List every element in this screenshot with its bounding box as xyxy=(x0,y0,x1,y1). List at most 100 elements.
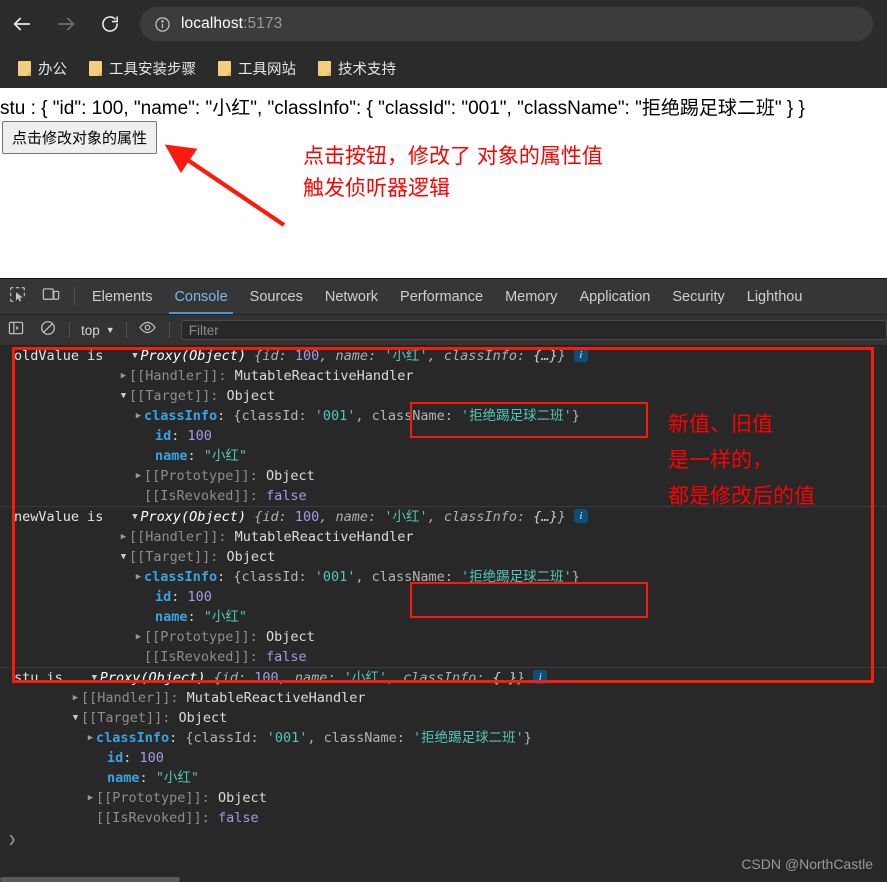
handler-row[interactable]: ▶ [[Handler]]: MutableReactiveHandler xyxy=(0,527,887,547)
tab-lighthouse[interactable]: Lighthou xyxy=(736,279,814,314)
reload-button[interactable] xyxy=(88,2,132,46)
row-key: classInfo xyxy=(144,408,218,424)
horizontal-scrollbar[interactable] xyxy=(0,877,180,882)
row-value: "小红" xyxy=(203,609,248,625)
expand-triangle[interactable]: ▶ xyxy=(133,466,144,486)
preview-close: } xyxy=(557,509,566,525)
preview-val-name: '小红' xyxy=(343,670,387,686)
expand-triangle[interactable]: ▼ xyxy=(70,708,81,728)
message-head-row[interactable]: stu is ▼ Proxy(Object) {id: 100, name: '小红… xyxy=(0,668,887,688)
folder-icon xyxy=(89,60,102,76)
classinfo-close: } xyxy=(571,408,580,424)
target-row[interactable]: ▼ [[Target]]: Object xyxy=(0,708,887,728)
handler-row[interactable]: ▶ [[Handler]]: MutableReactiveHandler xyxy=(0,688,887,708)
classid-value: '001' xyxy=(314,569,356,585)
back-button[interactable] xyxy=(0,2,44,46)
folder-icon xyxy=(218,60,231,76)
tab-sources[interactable]: Sources xyxy=(239,279,314,314)
expand-triangle[interactable]: ▶ xyxy=(118,366,129,386)
expand-triangle[interactable]: ▶ xyxy=(118,527,129,547)
preview-key-name: name xyxy=(335,348,369,364)
bookmark-item-3[interactable]: 技术支持 xyxy=(318,58,396,79)
row-value: 100 xyxy=(187,428,212,444)
row-key: [[IsRevoked]] xyxy=(96,810,202,826)
tab-console[interactable]: Console xyxy=(163,279,238,314)
device-toolbar-button[interactable] xyxy=(34,279,68,314)
classinfo-row[interactable]: ▶ classInfo: {classId: '001', className: … xyxy=(0,567,887,587)
console-message-stu[interactable]: stu is ▼ Proxy(Object) {id: 100, name: '小红… xyxy=(0,668,887,828)
preview-key-name: name xyxy=(335,509,369,525)
annotation-line-2: 触发侦听器逻辑 xyxy=(303,177,450,200)
address-bar[interactable]: localhost:5173 xyxy=(140,7,873,41)
url-host: localhost xyxy=(181,15,244,32)
preview-open: { xyxy=(213,670,222,686)
message-label: oldValue is xyxy=(14,348,104,364)
console-message-newvalue[interactable]: newValue is ▼ Proxy(Object) {id: 100, name… xyxy=(0,507,887,667)
name-row: name: "小红" xyxy=(107,770,200,786)
live-expression-eye-icon xyxy=(139,320,156,340)
address-bar-url: localhost:5173 xyxy=(181,15,282,33)
inspect-element-button[interactable] xyxy=(0,279,34,314)
page-viewport: stu : { "id": 100, "name": "小红", "classI… xyxy=(0,88,887,278)
expand-triangle[interactable]: ▶ xyxy=(133,567,144,587)
expand-triangle[interactable]: ▼ xyxy=(129,507,140,527)
expand-triangle[interactable]: ▶ xyxy=(85,788,96,808)
tab-elements[interactable]: Elements xyxy=(81,279,163,314)
annotation2-line-2: 是一样的， xyxy=(668,449,773,472)
bookmark-item-1[interactable]: 工具安装步骤 xyxy=(89,58,196,79)
target-row[interactable]: ▼ [[Target]]: Object xyxy=(0,547,887,567)
classinfo-comma: , xyxy=(307,730,324,746)
execution-context-selector[interactable]: top ▼ xyxy=(75,323,121,338)
console-filter-input[interactable]: Filter xyxy=(180,320,887,340)
expand-triangle[interactable]: ▼ xyxy=(118,547,129,567)
tab-application[interactable]: Application xyxy=(568,279,661,314)
prototype-row[interactable]: ▶ [[Prototype]]: Object xyxy=(0,788,887,808)
devtools-tabbar: Elements Console Sources Network Perform… xyxy=(0,279,887,315)
tab-memory[interactable]: Memory xyxy=(494,279,568,314)
info-badge-icon[interactable]: i xyxy=(573,348,588,362)
filterbar-divider xyxy=(69,322,70,338)
preview-key-id: id xyxy=(221,670,238,686)
row-key: id xyxy=(107,750,124,766)
info-circle-icon[interactable] xyxy=(154,16,171,33)
preview-val-name: '小红' xyxy=(384,509,428,525)
console-sidebar-button[interactable] xyxy=(0,320,32,341)
expand-triangle[interactable]: ▼ xyxy=(118,386,129,406)
stu-output-text: stu : { "id": 100, "name": "小红", "classI… xyxy=(0,98,805,119)
console-prompt[interactable]: ❯ xyxy=(0,828,887,852)
expand-triangle[interactable]: ▼ xyxy=(89,668,100,688)
expand-triangle[interactable]: ▶ xyxy=(133,627,144,647)
info-badge-icon[interactable]: i xyxy=(573,509,588,523)
classinfo-close: } xyxy=(523,730,532,746)
row-value: "小红" xyxy=(203,448,248,464)
bookmark-item-0[interactable]: 办公 xyxy=(18,58,67,79)
clear-console-button[interactable] xyxy=(32,320,64,341)
expand-triangle[interactable]: ▶ xyxy=(70,688,81,708)
bookmark-item-2[interactable]: 工具网站 xyxy=(218,58,296,79)
handler-row[interactable]: ▶ [[Handler]]: MutableReactiveHandler xyxy=(0,366,887,386)
id-row: id: 100 xyxy=(107,750,164,766)
bookmark-label: 办公 xyxy=(38,61,67,78)
row-key: name xyxy=(155,448,188,464)
expand-triangle[interactable]: ▶ xyxy=(85,728,96,748)
prototype-row[interactable]: ▶ [[Prototype]]: Object xyxy=(0,627,887,647)
modify-object-property-button[interactable]: 点击修改对象的属性 xyxy=(2,121,158,154)
expand-triangle[interactable]: ▼ xyxy=(129,346,140,366)
info-badge-icon[interactable]: i xyxy=(533,670,548,684)
toolbar-divider xyxy=(74,287,75,306)
row-value: false xyxy=(265,488,307,504)
classinfo-row[interactable]: ▶ classInfo: {classId: '001', className: … xyxy=(0,728,887,748)
forward-button[interactable] xyxy=(44,2,88,46)
tab-network[interactable]: Network xyxy=(314,279,389,314)
preview-val-classinfo: {…} xyxy=(533,348,558,364)
classname-value: '拒绝踢足球二班' xyxy=(461,408,572,424)
message-head-row[interactable]: oldValue is ▼ Proxy(Object) {id: 100, name… xyxy=(0,346,887,366)
live-expression-button[interactable] xyxy=(132,320,164,340)
target-row[interactable]: ▼ [[Target]]: Object xyxy=(0,386,887,406)
expand-triangle[interactable]: ▶ xyxy=(133,406,144,426)
row-key: [[Prototype]] xyxy=(144,468,250,484)
row-key: id xyxy=(155,428,172,444)
watermark: CSDN @NorthCastle xyxy=(741,856,873,872)
tab-performance[interactable]: Performance xyxy=(389,279,494,314)
tab-security[interactable]: Security xyxy=(661,279,735,314)
